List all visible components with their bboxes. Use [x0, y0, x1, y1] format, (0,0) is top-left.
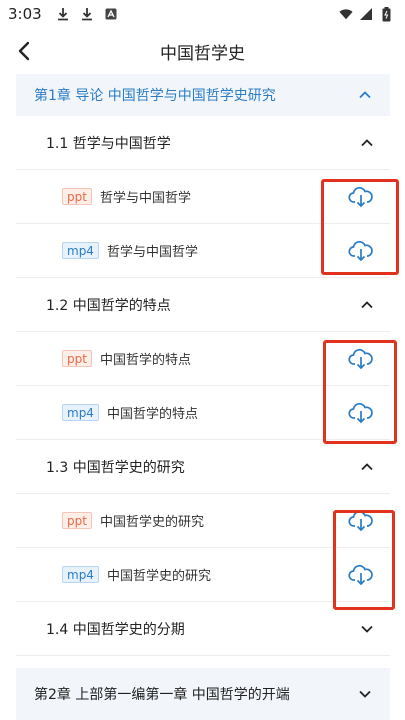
status-time: 3:03	[8, 5, 42, 23]
cloud-download-icon[interactable]	[348, 564, 374, 586]
chevron-up-icon	[361, 462, 373, 470]
item-title: 中国哲学史的研究	[99, 515, 204, 530]
section-title: 1.1 哲学与中国哲学	[46, 135, 171, 152]
chevron-up-icon	[361, 300, 373, 308]
chapter-header-2[interactable]: 第2章 上部第一编第一章 中国哲学的开端	[16, 668, 390, 720]
cloud-download-icon[interactable]	[348, 402, 374, 424]
signal-icon	[359, 7, 373, 21]
chevron-down-icon	[359, 690, 371, 698]
page-title: 中国哲学史	[160, 43, 245, 64]
item-title: 中国哲学史的研究	[106, 569, 211, 584]
chapter-title: 第1章 导论 中国哲学与中国哲学史研究	[34, 88, 276, 104]
mp4-tag: mp4	[62, 242, 99, 259]
chapter-list: 第1章 导论 中国哲学与中国哲学史研究 1.1 哲学与中国哲学 ppt 哲学与中…	[16, 74, 390, 656]
section-title: 1.4 中国哲学史的分期	[46, 621, 185, 638]
battery-icon	[379, 6, 393, 21]
section-title: 1.2 中国哲学的特点	[46, 297, 171, 314]
section-header[interactable]: 1.3 中国哲学史的研究	[16, 440, 390, 494]
cloud-download-icon[interactable]	[348, 240, 374, 262]
list-item[interactable]: ppt 中国哲学的特点	[16, 332, 390, 386]
chapter-title: 第2章 上部第一编第一章 中国哲学的开端	[34, 687, 290, 703]
chevron-up-icon	[358, 88, 372, 102]
section-title: 1.3 中国哲学史的研究	[46, 459, 185, 476]
item-title: 哲学与中国哲学	[99, 191, 191, 206]
chevron-up-icon	[361, 138, 373, 146]
mp4-tag: mp4	[62, 404, 99, 421]
back-arrow-icon[interactable]	[14, 40, 36, 62]
item-title: 哲学与中国哲学	[106, 245, 198, 260]
download-notification-icon	[56, 7, 70, 21]
mp4-tag: mp4	[62, 566, 99, 583]
cloud-download-icon[interactable]	[348, 186, 374, 208]
ppt-tag: ppt	[62, 350, 92, 367]
app-bar: 中国哲学史	[0, 28, 405, 74]
chevron-down-icon	[361, 625, 373, 633]
list-item[interactable]: ppt 中国哲学史的研究	[16, 494, 390, 548]
section-header[interactable]: 1.1 哲学与中国哲学	[16, 116, 390, 170]
item-title: 中国哲学的特点	[99, 353, 191, 368]
list-item[interactable]: ppt 哲学与中国哲学	[16, 170, 390, 224]
ppt-tag: ppt	[62, 512, 92, 529]
section-header[interactable]: 1.4 中国哲学史的分期	[16, 602, 390, 656]
cloud-download-icon[interactable]	[348, 348, 374, 370]
cloud-download-icon[interactable]	[348, 510, 374, 532]
download-notification-icon-2	[80, 7, 94, 21]
list-item[interactable]: mp4 中国哲学史的研究	[16, 548, 390, 602]
status-bar: 3:03	[0, 0, 405, 28]
ppt-tag: ppt	[62, 188, 92, 205]
list-item[interactable]: mp4 中国哲学的特点	[16, 386, 390, 440]
section-header[interactable]: 1.2 中国哲学的特点	[16, 278, 390, 332]
list-item[interactable]: mp4 哲学与中国哲学	[16, 224, 390, 278]
wifi-icon	[339, 7, 353, 21]
item-title: 中国哲学的特点	[106, 407, 198, 422]
chapter-header-1[interactable]: 第1章 导论 中国哲学与中国哲学史研究	[16, 74, 390, 116]
app-notification-icon	[104, 7, 118, 21]
